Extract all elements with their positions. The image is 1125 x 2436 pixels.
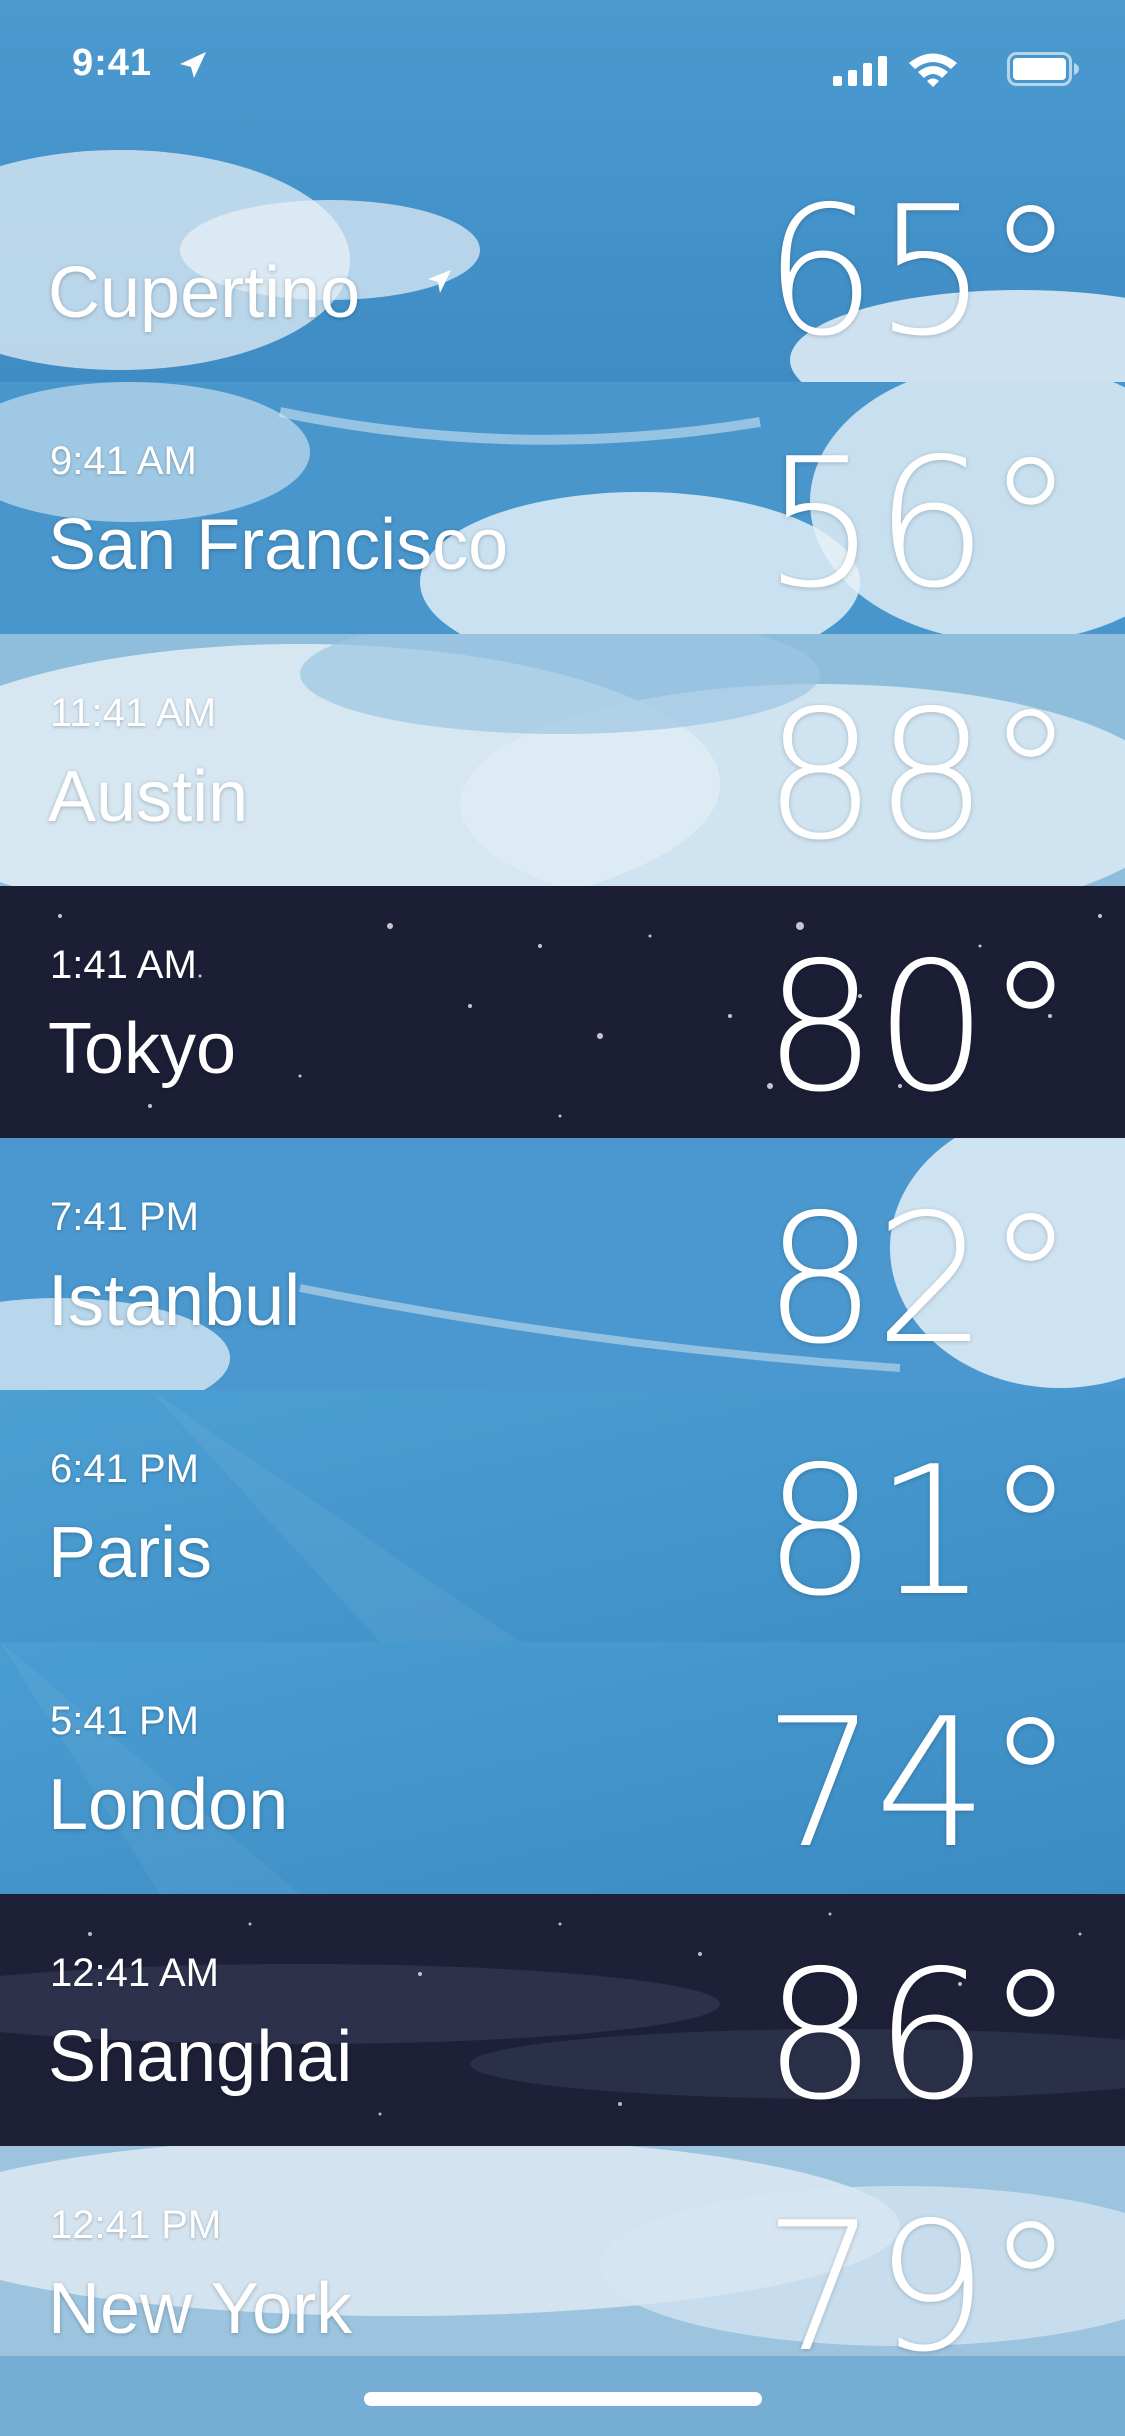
local-time: 11:41 AM [50, 691, 217, 735]
city-name: London [48, 1765, 289, 1845]
battery-icon [1007, 52, 1079, 86]
city-name: Austin [48, 757, 249, 837]
local-time: 6:41 PM [50, 1447, 199, 1491]
temperature: 79° [763, 2184, 1075, 2391]
city-name: Shanghai [48, 2017, 353, 2097]
local-time: 12:41 AM [50, 1951, 220, 1995]
city-row-london[interactable]: 5:41 PM London 74° [0, 1642, 1125, 1894]
temperature: 88° [763, 672, 1075, 879]
temperature: 86° [763, 1932, 1075, 2139]
temperature: 82° [763, 1176, 1075, 1383]
status-time: 9:41 [72, 42, 153, 84]
local-time: 5:41 PM [50, 1699, 199, 1743]
local-time: 1:41 AM [50, 943, 197, 987]
city-row-san-francisco[interactable]: 9:41 AM San Francisco 56° [0, 382, 1125, 634]
wifi-icon [909, 53, 957, 87]
temperature: 56° [763, 420, 1075, 627]
city-name: Cupertino [48, 253, 361, 333]
city-name: Istanbul [48, 1261, 301, 1341]
city-row-paris[interactable]: 6:41 PM Paris 81° [0, 1390, 1125, 1642]
local-time: 9:41 AM [50, 439, 197, 483]
city-row-shanghai[interactable]: 12:41 AM Shanghai 86° [0, 1894, 1125, 2146]
city-row-tokyo[interactable]: 1:41 AM Tokyo 80° [0, 886, 1125, 1138]
status-icons [779, 48, 1079, 88]
city-row-istanbul[interactable]: 7:41 PM Istanbul 82° [0, 1138, 1125, 1390]
status-bar: 9:41 [0, 0, 1125, 130]
temperature: 81° [763, 1428, 1075, 1635]
local-time: 12:41 PM [50, 2203, 222, 2247]
city-name: Tokyo [48, 1009, 237, 1089]
city-name: New York [48, 2269, 353, 2349]
temperature: 80° [763, 924, 1075, 1131]
local-time: 7:41 PM [50, 1195, 199, 1239]
cellular-signal-icon [833, 56, 887, 86]
city-name: Paris [48, 1513, 213, 1593]
location-arrow-icon [180, 52, 206, 78]
temperature: 65° [763, 168, 1075, 375]
current-location-icon [428, 270, 451, 293]
home-indicator[interactable] [364, 2392, 762, 2406]
city-name: San Francisco [48, 505, 509, 585]
temperature: 74° [763, 1680, 1075, 1887]
city-row-austin[interactable]: 11:41 AM Austin 88° [0, 634, 1125, 886]
